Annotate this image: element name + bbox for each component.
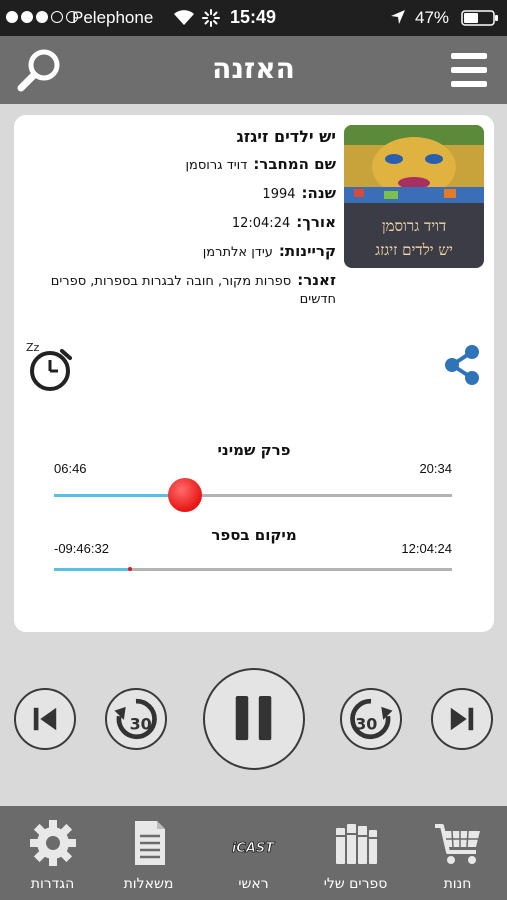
bottom-tab-bar: הגדרות משאלות iCAST ראשי ספרים שלי חנות	[0, 806, 507, 900]
status-time: 15:49	[230, 7, 277, 27]
book-remaining: -09:46:32	[54, 541, 109, 556]
rewind-30-button[interactable]: 30	[105, 688, 167, 750]
book-cover: דויד גרוסמן יש ילדים זיגזג	[344, 125, 484, 268]
signal-strength-icon	[6, 11, 78, 23]
pause-icon	[235, 695, 272, 741]
nav-bar: האזנה	[0, 36, 507, 104]
length-value: 12:04:24	[231, 216, 291, 231]
cover-title: יש ילדים זיגזג	[375, 241, 453, 259]
genre-value: ספרות מקור, חובה לבגרות בספרות, ספרים חד…	[50, 274, 336, 307]
shopping-cart-icon	[435, 824, 480, 864]
books-icon	[336, 824, 377, 864]
tab-settings-label: הגדרות	[30, 876, 75, 892]
cover-author: דויד גרוסמן	[381, 217, 447, 235]
book-info: יש ילדים זיגזג שם המחבר: דויד גרוסמן שנה:…	[16, 127, 336, 318]
forward-seconds: 30	[355, 714, 377, 733]
tab-my-books-label: ספרים שלי	[323, 876, 388, 892]
location-arrow-icon	[391, 10, 405, 24]
icast-logo: iCAST	[231, 841, 275, 857]
book-progress-marker	[127, 567, 132, 571]
chapter-total: 20:34	[419, 461, 452, 476]
skip-next-icon	[450, 707, 474, 731]
tab-quiz[interactable]: משאלות	[98, 806, 199, 900]
svg-text:iCAST: iCAST	[232, 841, 275, 856]
narrator-row: קריינות: עידן אלתרמן	[16, 242, 336, 262]
author-row: שם המחבר: דויד גרוסמן	[16, 155, 336, 175]
length-label: אורך:	[296, 213, 336, 231]
rewind-30-icon: 30	[114, 698, 157, 740]
forward-30-icon: 30	[350, 698, 393, 740]
tab-store[interactable]: חנות	[407, 806, 507, 900]
genre-label: זאנר:	[297, 271, 336, 289]
tab-main-label: ראשי	[238, 876, 269, 892]
document-icon	[135, 821, 165, 865]
hamburger-menu-icon[interactable]	[449, 50, 489, 90]
chapter-progress-fill	[54, 494, 186, 497]
book-progress-fill	[54, 568, 130, 571]
now-playing-card: דויד גרוסמן יש ילדים זיגזג יש ילדים זיגז…	[14, 115, 494, 632]
chapter-slider-knob[interactable]	[168, 478, 203, 512]
narrator-label: קריינות:	[278, 242, 336, 260]
battery-icon	[461, 10, 498, 26]
chapter-progress-slider[interactable]	[54, 478, 452, 512]
battery-percent: 47%	[415, 8, 450, 27]
cover-artwork	[344, 125, 484, 203]
gear-icon	[30, 820, 76, 866]
tab-settings[interactable]: הגדרות	[2, 806, 103, 900]
skip-previous-icon	[33, 707, 57, 731]
book-total: 12:04:24	[401, 541, 452, 556]
tab-store-label: חנות	[443, 876, 472, 892]
year-row: שנה: 1994	[16, 184, 336, 204]
tab-quiz-label: משאלות	[123, 876, 174, 892]
narrator-value: עידן אלתרמן	[202, 245, 273, 260]
chapter-elapsed: 06:46	[54, 461, 87, 476]
next-chapter-button[interactable]	[431, 688, 493, 750]
tab-my-books[interactable]: ספרים שלי	[305, 806, 406, 900]
activity-spinner-icon	[202, 9, 220, 27]
forward-30-button[interactable]: 30	[340, 688, 402, 750]
author-label: שם המחבר:	[253, 155, 336, 173]
carrier-name: Pelephone	[72, 8, 154, 27]
length-row: אורך: 12:04:24	[16, 213, 336, 233]
pause-button[interactable]	[203, 668, 305, 770]
share-icon[interactable]	[442, 343, 482, 387]
book-progress-bar[interactable]	[54, 567, 452, 571]
year-label: שנה:	[301, 184, 336, 202]
svg-text:Zz: Zz	[26, 341, 40, 354]
book-title: יש ילדים זיגזג	[236, 127, 336, 146]
year-value: 1994	[262, 187, 296, 202]
tab-main[interactable]: iCAST ראשי	[203, 806, 304, 900]
chapter-name: פרק שמיני	[217, 441, 291, 459]
status-bar: Pelephone 15:49 47%	[0, 0, 507, 36]
author-value: דויד גרוסמן	[185, 158, 248, 173]
wifi-icon	[174, 10, 194, 25]
genre-row: זאנר:ספרות מקור, חובה לבגרות בספרות, ספר…	[16, 271, 336, 309]
page-title: האזנה	[212, 52, 295, 85]
previous-chapter-button[interactable]	[14, 688, 76, 750]
sleep-timer-icon[interactable]: Zz	[24, 337, 80, 393]
rewind-seconds: 30	[130, 714, 152, 733]
